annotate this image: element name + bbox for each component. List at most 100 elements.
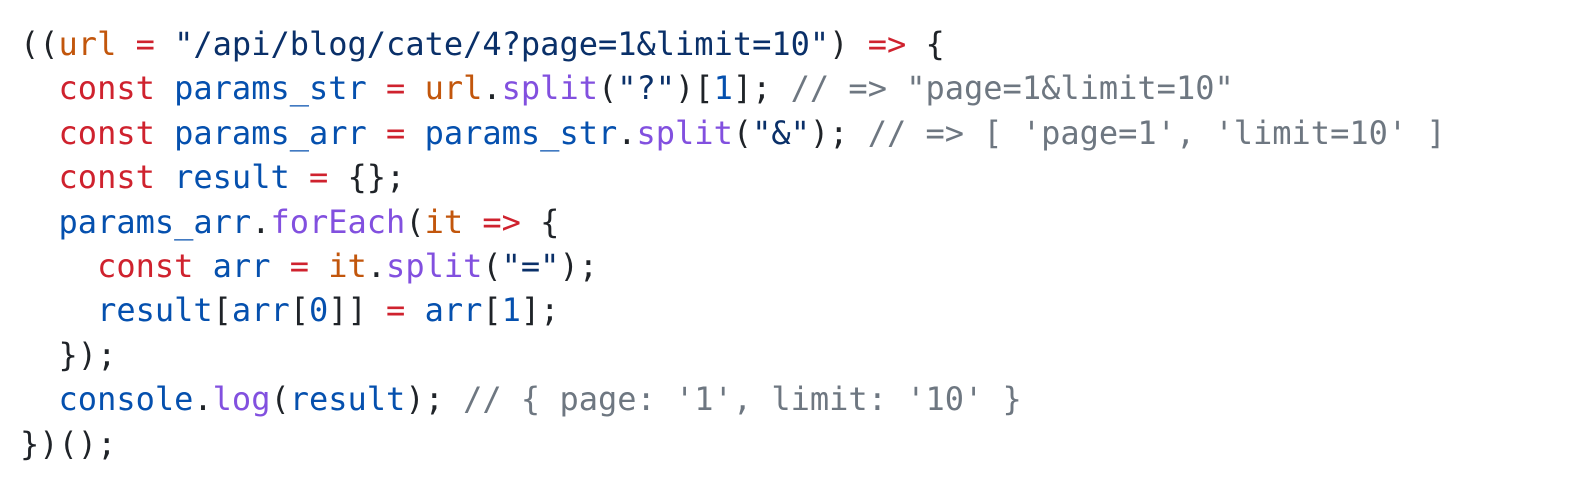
code-token: => xyxy=(482,202,521,241)
code-line-3: const params_arr = params_str.split("&")… xyxy=(20,111,1594,155)
code-token: }); xyxy=(20,335,117,374)
code-token: ); xyxy=(405,380,464,419)
code-token: = xyxy=(135,25,155,63)
code-token: arr xyxy=(212,246,271,285)
code-token: const xyxy=(97,246,194,285)
code-line-1: ((url = "/api/blog/cate/4?page=1&limit=1… xyxy=(20,22,1594,66)
code-token: it xyxy=(328,246,367,285)
code-token: ( xyxy=(597,69,618,108)
code-token: 1 xyxy=(501,291,521,330)
code-block: ((url = "/api/blog/cate/4?page=1&limit=1… xyxy=(0,0,1594,490)
code-token: = xyxy=(386,291,406,330)
code-token: = xyxy=(386,113,406,152)
code-token: ]] xyxy=(328,291,387,330)
code-token: { xyxy=(520,202,560,241)
code-token: [ xyxy=(482,291,502,330)
code-token: ]; xyxy=(732,69,791,108)
code-token: split xyxy=(636,113,733,152)
code-token: params_arr xyxy=(174,113,367,152)
code-token: = xyxy=(386,69,406,108)
code-token: forEach xyxy=(270,202,406,241)
code-token: arr xyxy=(231,291,290,330)
code-token: ( xyxy=(405,202,425,241)
code-token: . xyxy=(617,113,637,152)
code-token: "/api/blog/cate/4?page=1&limit=10" xyxy=(174,25,830,63)
code-token: = xyxy=(289,246,309,285)
code-token: params_str xyxy=(174,69,367,108)
code-token: "?" xyxy=(617,69,676,108)
code-token: params_str xyxy=(424,113,618,152)
code-token: (( xyxy=(20,25,59,63)
code-token: console xyxy=(58,380,194,419)
code-token: 0 xyxy=(308,291,329,330)
code-token: split xyxy=(386,246,483,285)
code-token: [ xyxy=(212,291,232,330)
code-token: . xyxy=(251,202,271,241)
code-token: { xyxy=(906,25,945,63)
code-token: ( xyxy=(482,246,502,285)
code-token: . xyxy=(366,246,387,285)
code-token: url xyxy=(58,25,117,63)
code-token: log xyxy=(212,380,271,419)
code-token: => xyxy=(867,25,907,63)
code-line-6: const arr = it.split("="); xyxy=(20,244,1594,288)
code-token: result xyxy=(97,291,213,330)
code-line-10: })(); xyxy=(20,422,1594,466)
code-token: url xyxy=(424,69,483,108)
code-token: // => [ 'page=1', 'limit=10' ] xyxy=(867,113,1446,152)
code-token: ); xyxy=(559,246,598,285)
code-token: )[ xyxy=(675,69,714,108)
code-token: result xyxy=(174,158,290,197)
code-token: split xyxy=(501,69,598,108)
code-line-9: console.log(result); // { page: '1', lim… xyxy=(20,377,1594,421)
code-token: })(); xyxy=(20,424,117,463)
code-token: . xyxy=(193,380,213,419)
code-token: // => "page=1&limit=10" xyxy=(790,69,1234,108)
code-token: 1 xyxy=(713,69,733,108)
code-token: const xyxy=(58,158,155,197)
code-line-5: params_arr.forEach(it => { xyxy=(20,200,1594,244)
code-token: {}; xyxy=(328,158,406,197)
code-token: arr xyxy=(424,291,483,330)
code-line-2: const params_str = url.split("?")[1]; //… xyxy=(20,66,1594,110)
code-token: "&" xyxy=(752,113,810,152)
code-line-4: const result = {}; xyxy=(20,155,1594,199)
code-token: ]; xyxy=(520,291,560,330)
code-token: ) xyxy=(829,25,868,63)
code-token: . xyxy=(482,69,502,108)
code-token: = xyxy=(308,158,329,197)
code-token: params_arr xyxy=(58,202,252,241)
code-token: result xyxy=(289,380,406,419)
code-token: it xyxy=(424,202,464,241)
code-line-8: }); xyxy=(20,333,1594,377)
code-token: const xyxy=(58,69,155,108)
code-token: "=" xyxy=(501,246,560,285)
code-line-7: result[arr[0]] = arr[1]; xyxy=(20,288,1594,332)
code-token: ( xyxy=(732,113,753,152)
code-token: ); xyxy=(809,113,868,152)
code-token: ( xyxy=(270,380,290,419)
code-token: // { page: '1', limit: '10' } xyxy=(463,380,1022,419)
code-token: const xyxy=(58,113,155,152)
code-token: [ xyxy=(289,291,309,330)
